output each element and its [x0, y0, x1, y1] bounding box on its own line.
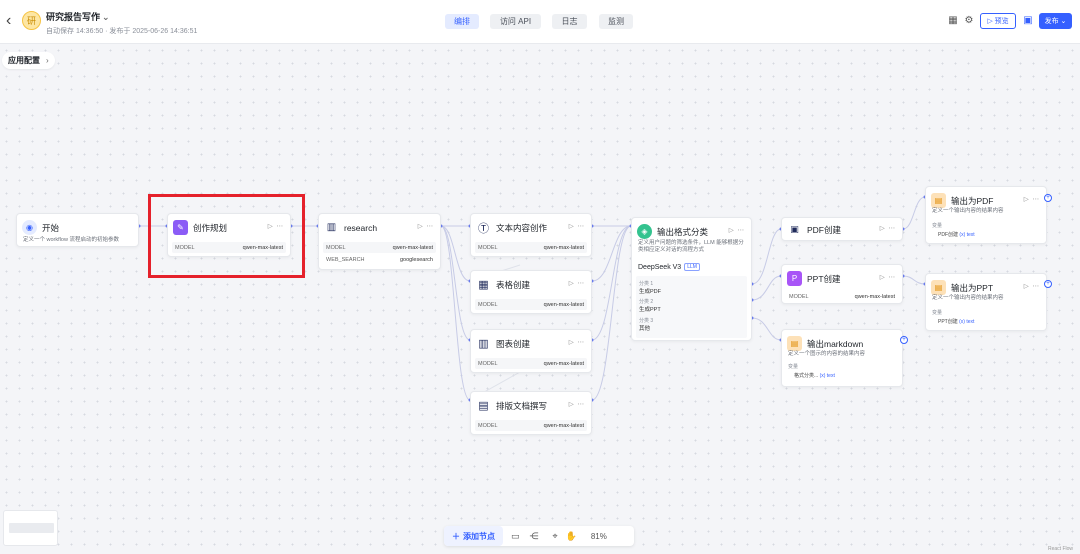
node-actions-icon[interactable]: ▷ ⋯ — [1024, 282, 1040, 290]
ppt-icon: P — [787, 271, 802, 286]
node-start-desc: 定义一个 workflow 流程启动的初始参数 — [23, 237, 119, 243]
text-icon: Ⓣ — [476, 220, 491, 235]
react-flow-attribution: React Flow — [1048, 546, 1074, 552]
var-row: PDF创建 (x) text — [938, 232, 975, 238]
node-classify-title: 输出格式分类 — [657, 226, 709, 237]
output-icon: ▤ — [931, 280, 946, 295]
node-markdown-desc: 定义一个图示的内容的结果内容 — [788, 351, 866, 357]
node-classify[interactable]: ◈ 输出格式分类 ▷ ⋯ 定义用户问题的筛选条件，LLM 能够根据分类相应定义对话… — [631, 217, 752, 341]
category-2: 生成PPT — [639, 307, 661, 313]
highlight-box — [148, 194, 305, 278]
node-research[interactable]: ▥ research ▷ ⋯ MODEL qwen-max-latest WEB_S… — [318, 213, 441, 270]
model-row: MODEL qwen-max-latest — [475, 299, 587, 310]
plus-icon: ＋ — [452, 531, 460, 541]
node-output-ppt-desc: 定义一个输出内容的结果内容 — [932, 295, 1004, 301]
hand-icon[interactable]: ✋ — [566, 531, 577, 542]
model-row: MODEL qwen-max-latest — [475, 242, 587, 253]
node-ppt[interactable]: P PPT创建 ▷ ⋯ MODEL qwen-max-latest — [781, 264, 903, 304]
bottom-toolbar: ＋添加节点 ▭ ⋲ ⌖ ✋ 81% — [444, 526, 634, 546]
node-actions-icon[interactable]: ▷ ⋯ — [729, 226, 745, 234]
node-actions-icon[interactable]: ▷ ⋯ — [569, 338, 585, 346]
node-chart[interactable]: ▥ 图表创建 ▷ ⋯ MODEL qwen-max-latest — [470, 329, 592, 373]
node-actions-icon[interactable]: ▷ ⋯ — [880, 273, 896, 281]
bar-chart-icon: ▥ — [476, 336, 491, 351]
share-icon[interactable]: ⋲ — [530, 531, 539, 542]
add-node-icon[interactable]: + — [1044, 280, 1052, 288]
node-start[interactable]: ◉ 开始 定义一个 workflow 流程启动的初始参数 — [16, 213, 139, 247]
var-row: 格式分类... (x) text — [794, 373, 835, 379]
node-text-title: 文本内容创作 — [496, 222, 548, 233]
node-markdown-title: 输出markdown — [807, 338, 864, 349]
document-icon: ▤ — [476, 398, 491, 413]
node-ppt-title: PPT创建 — [807, 273, 841, 284]
node-start-title: 开始 — [42, 222, 60, 233]
zoom-level[interactable]: 81% — [591, 532, 607, 541]
table-icon: ▦ — [476, 277, 491, 292]
add-node-icon[interactable]: + — [1044, 194, 1052, 202]
node-markdown[interactable]: ▤ 输出markdown 定义一个图示的内容的结果内容 变量 格式分类... (x… — [781, 329, 903, 387]
node-output-pdf-title: 输出为PDF — [951, 195, 994, 206]
node-actions-icon[interactable]: ▷ ⋯ — [880, 224, 896, 232]
node-table[interactable]: ▦ 表格创建 ▷ ⋯ MODEL qwen-max-latest — [470, 270, 592, 314]
classify-icon: ◈ — [637, 224, 652, 239]
pdf-icon: ▣ — [787, 222, 802, 237]
node-text[interactable]: Ⓣ 文本内容创作 ▷ ⋯ MODEL qwen-max-latest — [470, 213, 592, 257]
node-output-ppt[interactable]: ▤ 输出为PPT ▷ ⋯ 定义一个输出内容的结果内容 变量 PPT创建 (x) t… — [925, 273, 1047, 331]
chart-icon: ▥ — [324, 220, 339, 235]
model-row: MODEL qwen-max-latest — [323, 242, 436, 253]
pointer-icon[interactable]: ⌖ — [553, 531, 558, 542]
node-actions-icon[interactable]: ▷ ⋯ — [1024, 195, 1040, 203]
model-row: MODEL qwen-max-latest — [475, 420, 587, 431]
node-actions-icon[interactable]: ▷ ⋯ — [569, 279, 585, 287]
node-classify-desc: 定义用户问题的筛选条件，LLM 能够根据分类相应定义对话的流程方式 — [638, 240, 744, 253]
var-row: PPT创建 (x) text — [938, 319, 975, 325]
node-research-title: research — [344, 222, 378, 233]
node-output-ppt-title: 输出为PPT — [951, 282, 994, 293]
add-node-icon[interactable]: + — [900, 336, 908, 344]
node-output-pdf[interactable]: ▤ 输出为PDF ▷ ⋯ 定义一个输出内容的结果内容 变量 PDF创建 (x) t… — [925, 186, 1047, 244]
play-circle-icon: ◉ — [22, 220, 37, 235]
node-chart-title: 图表创建 — [496, 338, 531, 349]
node-output-pdf-desc: 定义一个输出内容的结果内容 — [932, 208, 1004, 214]
node-layout-title: 排版文档撰写 — [496, 400, 548, 411]
add-node-button[interactable]: ＋添加节点 — [444, 526, 503, 546]
model-row: MODEL qwen-max-latest — [786, 291, 898, 302]
node-actions-icon[interactable]: ▷ ⋯ — [418, 222, 434, 230]
minimap[interactable] — [3, 510, 58, 546]
model-selector[interactable]: DeepSeek V3 LLM — [638, 263, 700, 271]
search-row: WEB_SEARCH googlesearch — [323, 254, 436, 265]
model-tag: LLM — [684, 263, 700, 271]
node-actions-icon[interactable]: ▷ ⋯ — [569, 222, 585, 230]
category-3: 其他 — [639, 326, 651, 332]
node-pdf-title: PDF创建 — [807, 224, 842, 235]
category-1: 生成PDF — [639, 289, 662, 295]
category-list: 分类 1 生成PDF 分类 2 生成PPT 分类 3 其他 — [636, 276, 747, 338]
output-icon: ▤ — [787, 336, 802, 351]
note-icon[interactable]: ▭ — [511, 531, 520, 542]
node-pdf[interactable]: ▣ PDF创建 ▷ ⋯ — [781, 217, 903, 241]
output-icon: ▤ — [931, 193, 946, 208]
node-layout[interactable]: ▤ 排版文档撰写 ▷ ⋯ MODEL qwen-max-latest — [470, 391, 592, 435]
model-row: MODEL qwen-max-latest — [475, 358, 587, 369]
node-actions-icon[interactable]: ▷ ⋯ — [569, 400, 585, 408]
node-table-title: 表格创建 — [496, 279, 531, 290]
